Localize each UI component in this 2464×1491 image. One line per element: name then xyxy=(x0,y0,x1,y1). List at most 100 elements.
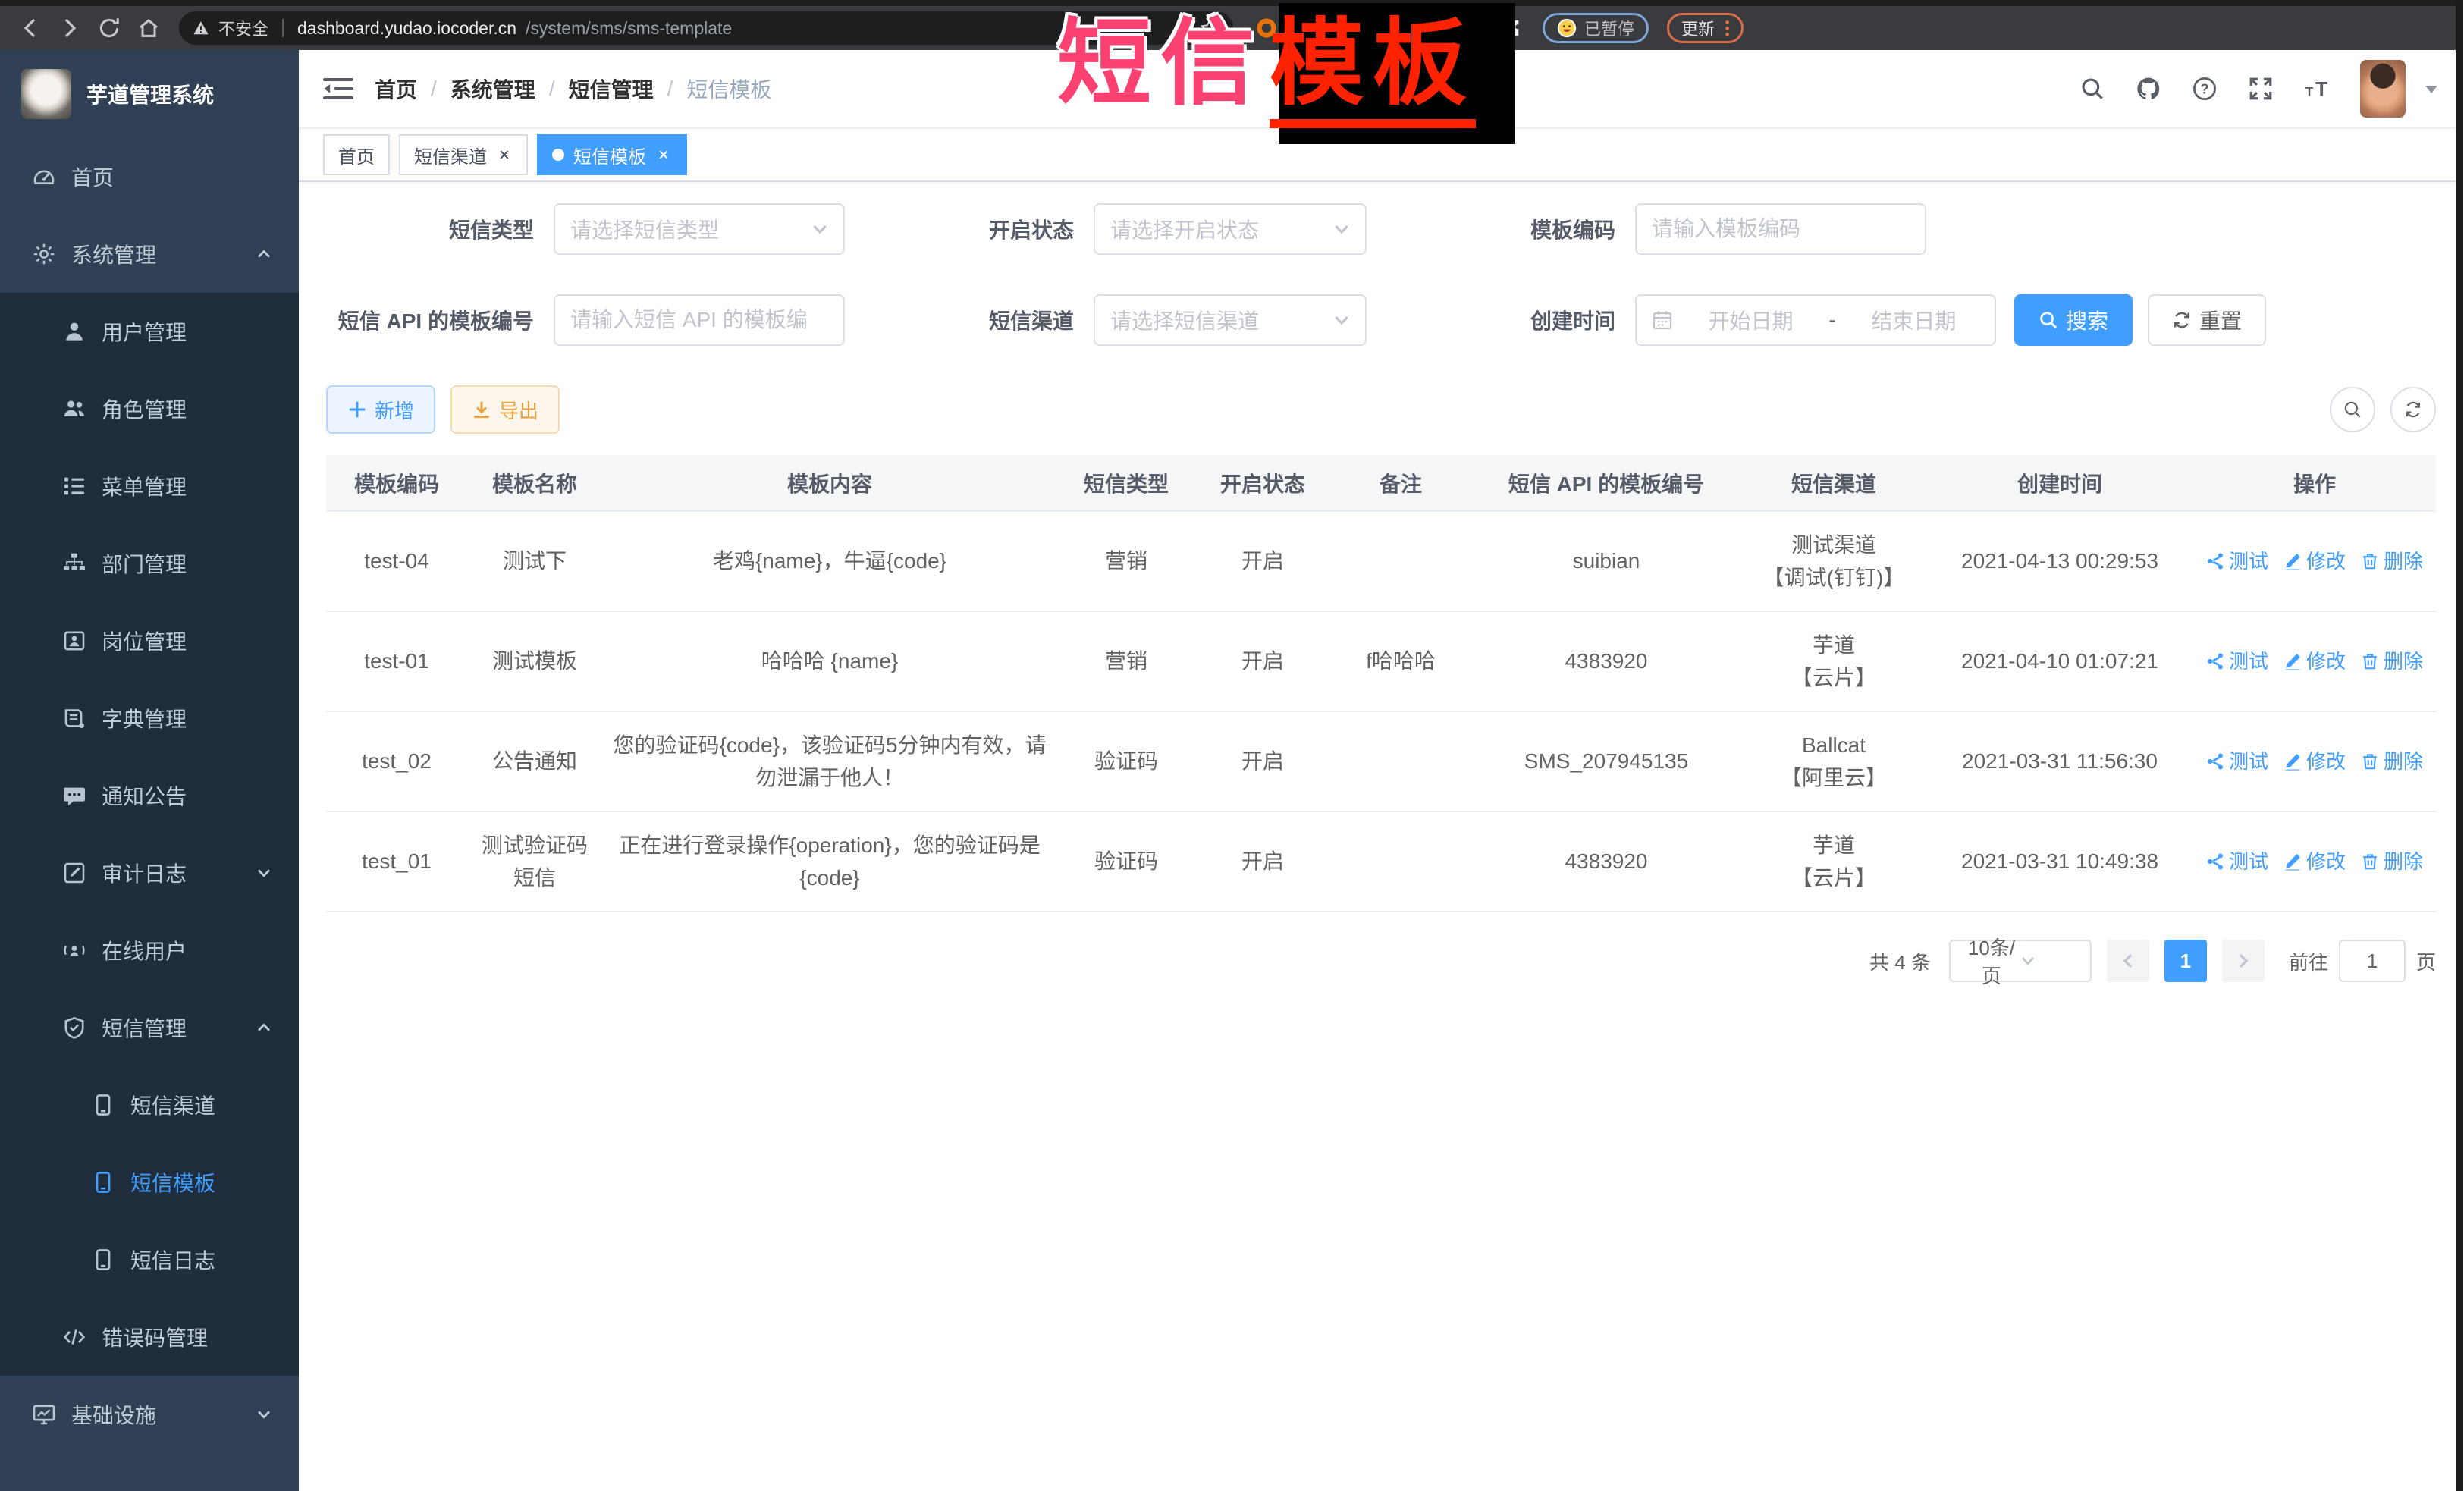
edit-action[interactable]: 修改 xyxy=(2284,646,2346,676)
search-button[interactable]: 搜索 xyxy=(2014,294,2133,346)
search-button-label: 搜索 xyxy=(2066,305,2108,335)
test-action[interactable]: 测试 xyxy=(2206,546,2268,576)
sidebar-item-role-management[interactable]: 角色管理 xyxy=(0,370,299,447)
chevron-down-icon[interactable] xyxy=(2424,81,2439,96)
home-icon[interactable] xyxy=(137,16,161,40)
column-header: 创建时间 xyxy=(1926,455,2193,511)
sidebar-item-post-management[interactable]: 岗位管理 xyxy=(0,602,299,680)
page-size-select[interactable]: 10条/页 xyxy=(1949,940,2092,982)
breadcrumb-item[interactable]: 系统管理 xyxy=(450,74,535,104)
breadcrumb-item: 短信模板 xyxy=(686,74,771,104)
action-label: 删除 xyxy=(2384,846,2423,877)
menutree-icon xyxy=(62,474,86,498)
tag-home[interactable]: 首页 xyxy=(323,134,390,175)
delete-action[interactable]: 删除 xyxy=(2361,846,2423,877)
chevron-up-icon xyxy=(256,1020,272,1035)
tag-sms-channel[interactable]: 短信渠道 xyxy=(399,134,528,175)
hamburger-icon[interactable] xyxy=(323,75,353,102)
breadcrumb-item[interactable]: 首页 xyxy=(375,74,417,104)
sidebar-item-user-management[interactable]: 用户管理 xyxy=(0,293,299,370)
browser-menu-icon[interactable] xyxy=(1725,20,1729,36)
close-icon[interactable] xyxy=(496,146,513,163)
date-separator: - xyxy=(1828,308,1835,332)
enable-status-select[interactable]: 请选择开启状态 xyxy=(1094,203,1367,255)
sidebar-item-infrastructure[interactable]: 基础设施 xyxy=(0,1376,299,1453)
filter-label: 短信 API 的模板编号 xyxy=(326,305,554,335)
sidebar-item-online-users[interactable]: 在线用户 xyxy=(0,912,299,989)
goto-page-input[interactable] xyxy=(2339,940,2406,982)
security-label: 不安全 xyxy=(218,16,268,40)
goto-label: 前往 xyxy=(2289,947,2328,975)
create-time-daterange[interactable]: 开始日期-结束日期 xyxy=(1635,294,1996,346)
tag-sms-template[interactable]: 短信模板 xyxy=(537,134,687,175)
api-template-id-input[interactable] xyxy=(554,294,845,346)
sidebar-item-menu-management[interactable]: 菜单管理 xyxy=(0,447,299,525)
filter-create-time: 创建时间开始日期-结束日期 xyxy=(1385,294,1996,346)
url-path: /system/sms/sms-template xyxy=(526,18,732,39)
template-code-input[interactable] xyxy=(1635,203,1926,255)
edit-action[interactable]: 修改 xyxy=(2284,546,2346,576)
filter-buttons: 搜索 重置 xyxy=(2014,294,2266,346)
refresh-icon[interactable] xyxy=(2390,387,2436,432)
back-icon[interactable] xyxy=(18,16,42,40)
sidebar-item-label: 通知公告 xyxy=(102,780,187,811)
browser-update-button[interactable]: 更新 xyxy=(1667,13,1744,43)
action-label: 删除 xyxy=(2384,546,2423,576)
prev-page-button[interactable] xyxy=(2107,940,2149,982)
created-time-cell: 2021-04-13 00:29:53 xyxy=(1926,511,2193,611)
action-label: 测试 xyxy=(2229,846,2268,877)
reset-button[interactable]: 重置 xyxy=(2148,294,2266,346)
delete-action[interactable]: 删除 xyxy=(2361,546,2423,576)
sidebar-item-audit-log[interactable]: 审计日志 xyxy=(0,834,299,912)
test-action[interactable]: 测试 xyxy=(2206,846,2268,877)
sidebar-item-system-management[interactable]: 系统管理 xyxy=(0,215,299,293)
sidebar-item-sms-channel[interactable]: 短信渠道 xyxy=(0,1066,299,1144)
sidebar-item-sms-management[interactable]: 短信管理 xyxy=(0,989,299,1066)
sidebar-item-sms-template[interactable]: 短信模板 xyxy=(0,1144,299,1221)
app-logo-row[interactable]: 芋道管理系统 xyxy=(0,50,299,138)
edit-action[interactable]: 修改 xyxy=(2284,746,2346,777)
sidebar-item-sms-log[interactable]: 短信日志 xyxy=(0,1221,299,1298)
test-action[interactable]: 测试 xyxy=(2206,746,2268,777)
search-icon[interactable] xyxy=(2079,76,2105,102)
test-action[interactable]: 测试 xyxy=(2206,646,2268,676)
reload-icon[interactable] xyxy=(97,16,121,40)
close-icon[interactable] xyxy=(655,146,672,163)
filter-form: 短信类型请选择短信类型开启状态请选择开启状态模板编码短信 API 的模板编号短信… xyxy=(326,203,2436,346)
forward-icon[interactable] xyxy=(58,16,82,40)
sms-channel-select[interactable]: 请选择短信渠道 xyxy=(1094,294,1367,346)
sidebar-item-error-code-management[interactable]: 错误码管理 xyxy=(0,1298,299,1376)
annotation-title-left: 短信 xyxy=(1057,11,1263,116)
org-icon xyxy=(62,551,86,576)
table-row: test_02公告通知您的验证码{code}，该验证码5分钟内有效，请勿泄漏于他… xyxy=(326,711,2436,811)
action-label: 测试 xyxy=(2229,646,2268,676)
page-number-button[interactable]: 1 xyxy=(2164,940,2207,982)
toggle-search-icon[interactable] xyxy=(2330,387,2375,432)
delete-action[interactable]: 删除 xyxy=(2361,646,2423,676)
add-button[interactable]: 新增 xyxy=(326,385,435,434)
filter-label: 开启状态 xyxy=(863,214,1094,244)
github-icon[interactable] xyxy=(2136,76,2161,102)
sidebar-item-home[interactable]: 首页 xyxy=(0,138,299,215)
pagination: 共 4 条 10条/页 1 前往 页 xyxy=(326,940,2436,982)
delete-action[interactable]: 删除 xyxy=(2361,746,2423,777)
browser-profile-chip[interactable]: 已暂停 xyxy=(1543,13,1649,43)
app-title: 芋道管理系统 xyxy=(86,79,214,109)
template-content-cell: 您的验证码{code}，该验证码5分钟内有效，请勿泄漏于他人！ xyxy=(602,711,1057,811)
sidebar-item-label: 短信渠道 xyxy=(130,1090,215,1120)
fullscreen-icon[interactable] xyxy=(2248,76,2274,102)
template-name-cell: 测试模板 xyxy=(467,611,602,711)
sidebar-item-dict-management[interactable]: 字典管理 xyxy=(0,680,299,757)
sidebar-item-dept-management[interactable]: 部门管理 xyxy=(0,525,299,602)
help-icon[interactable]: ? xyxy=(2192,76,2218,102)
users-icon xyxy=(62,397,86,421)
template-code-cell: test_01 xyxy=(326,811,467,912)
user-avatar[interactable] xyxy=(2360,60,2406,118)
edit-action[interactable]: 修改 xyxy=(2284,846,2346,877)
export-button[interactable]: 导出 xyxy=(450,385,560,434)
breadcrumb-item[interactable]: 短信管理 xyxy=(569,74,654,104)
next-page-button[interactable] xyxy=(2222,940,2265,982)
sms-type-select[interactable]: 请选择短信类型 xyxy=(554,203,845,255)
font-size-icon[interactable]: TT xyxy=(2304,76,2330,102)
sidebar-item-notice-announcement[interactable]: 通知公告 xyxy=(0,757,299,834)
